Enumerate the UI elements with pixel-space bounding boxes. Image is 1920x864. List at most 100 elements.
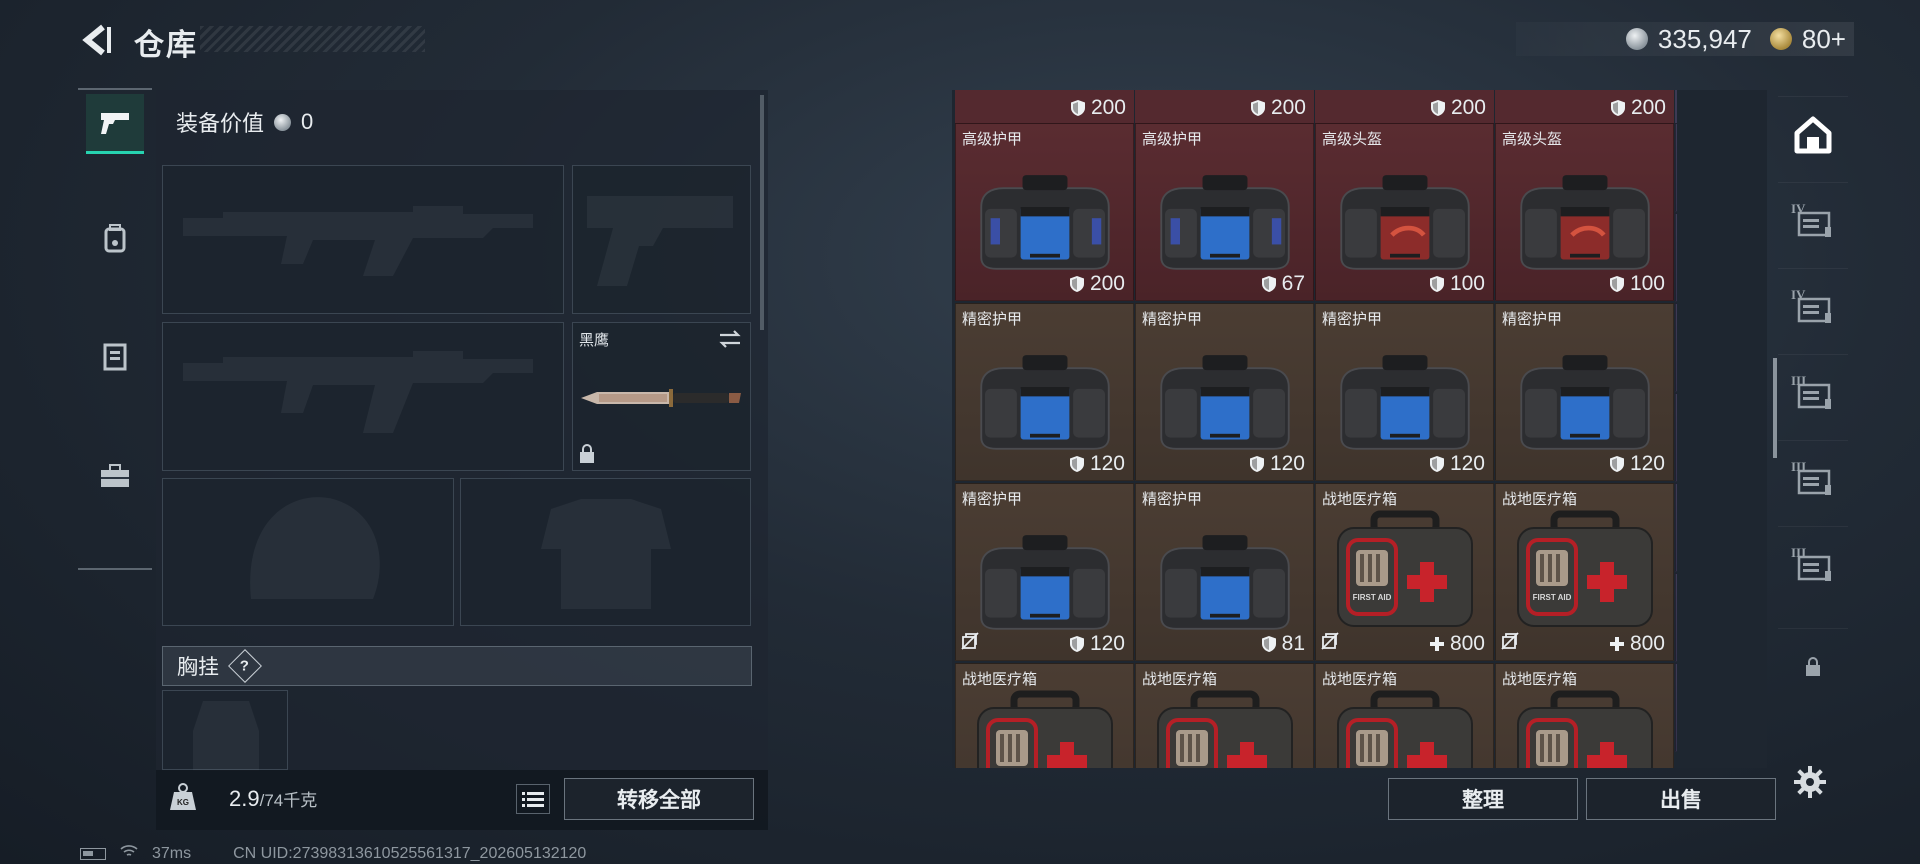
storage-box-icon: III	[1791, 545, 1835, 585]
currency-bar: 335,947 80+	[1516, 22, 1854, 56]
tab-case[interactable]	[86, 446, 144, 506]
inventory-item-armor[interactable]: 精密护甲 120	[1135, 303, 1314, 481]
medkit-icon: FIRST AID	[1337, 690, 1473, 768]
armor-silhouette-icon	[541, 499, 671, 609]
storage-tab-main[interactable]	[1778, 96, 1848, 172]
armor-vest-icon	[980, 175, 1110, 270]
top-strip-cell[interactable]: 200	[955, 90, 1134, 123]
inventory-grid: 200 200 200 200 50 高级护甲 200 高级护甲 67 高级头盔 100 高级头盔 10…	[955, 90, 1677, 768]
uid: CN UID:2739831361052556131​7_20260513212…	[233, 844, 587, 862]
page-title: 仓库	[134, 29, 198, 62]
item-name: 战地医疗箱	[1322, 671, 1398, 688]
primary-weapon-slot[interactable]	[162, 165, 564, 314]
inventory-item-stim[interactable]: 体能强化剂	[1675, 393, 1677, 482]
inventory-item-medkit[interactable]: 战地医疗箱 FIRST AID 800	[1495, 483, 1674, 661]
item-name: 高级头盔	[1322, 131, 1383, 148]
tab-vest[interactable]	[86, 326, 144, 386]
settings-button[interactable]	[1790, 762, 1830, 802]
tab-backpack[interactable]	[86, 208, 144, 268]
chest-rig-header: 胸挂 ?	[162, 646, 752, 686]
silver-coin-icon	[1625, 28, 1648, 50]
inventory-item-stim[interactable]: 体能强化剂	[1675, 303, 1677, 392]
inventory-item-stim[interactable]: 体能强化剂	[1675, 213, 1677, 302]
list-view-button[interactable]	[516, 784, 550, 814]
pistol-icon	[101, 112, 129, 134]
item-name: 精密护甲	[962, 311, 1023, 328]
gold-amount[interactable]: 80+	[1802, 24, 1846, 55]
help-icon[interactable]: ?	[228, 649, 262, 683]
pistol-slot[interactable]	[572, 165, 751, 314]
inventory-item-armor[interactable]: 精密护甲 81	[1135, 483, 1314, 661]
inventory-item-armor[interactable]: 高级头盔 100	[1315, 123, 1494, 301]
inventory-item-stim[interactable]: 体能强化剂	[1675, 483, 1677, 572]
shield-icon	[1610, 100, 1625, 116]
storage-box-icon: IV	[1791, 201, 1835, 241]
inventory-item-armor[interactable]: 精密护甲 120	[1315, 303, 1494, 481]
shield-icon	[1429, 456, 1444, 472]
swap-icon[interactable]	[718, 329, 742, 349]
item-value: 81	[1261, 632, 1305, 656]
armor-vest-icon	[1520, 355, 1650, 450]
inventory-item-armor[interactable]: 高级头盔 100	[1495, 123, 1674, 301]
item-value: 800	[1609, 632, 1665, 656]
helmet-slot[interactable]	[162, 478, 454, 626]
no-drop-icon	[1321, 632, 1339, 650]
inventory-item-stim[interactable]: 体能强化剂	[1675, 573, 1677, 662]
storage-tab-3[interactable]: III	[1778, 354, 1848, 430]
item-value: 120	[1069, 632, 1125, 656]
item-name: 精密护甲	[1142, 491, 1203, 508]
inventory-item-stim[interactable]: 体能强化剂	[1675, 663, 1677, 752]
medkit-icon: FIRST AID	[1517, 690, 1653, 768]
transfer-all-button[interactable]: 转移全部	[564, 778, 754, 820]
secondary-weapon-slot[interactable]	[162, 322, 564, 471]
medkit-text: FIRST AID	[1353, 593, 1392, 602]
armor-vest-icon	[1340, 355, 1470, 450]
inventory-item-medkit[interactable]: 战地医疗箱 FIRST AID 800	[1315, 483, 1494, 661]
tab-weapons[interactable]	[86, 94, 144, 154]
weight-icon: KG	[168, 782, 198, 817]
sell-button[interactable]: 出售	[1586, 778, 1776, 820]
armor-vest-icon	[980, 355, 1110, 450]
chest-rig-label: 胸挂	[177, 656, 219, 679]
top-strip-cell[interactable]: 200	[1315, 90, 1494, 123]
inventory-item-armor[interactable]: 精密护甲 120	[955, 303, 1134, 481]
item-value: 120	[1429, 452, 1485, 476]
inventory-item-medkit[interactable]: 战地医疗箱 FIRST AID	[1135, 663, 1314, 768]
inventory-item-medkit[interactable]: 战地医疗箱 FIRST AID	[955, 663, 1134, 768]
inventory-item-armor[interactable]: 高级护甲 200	[955, 123, 1134, 301]
item-value-text: 800	[1629, 632, 1665, 655]
inventory-scrollbar[interactable]	[1773, 358, 1777, 458]
inventory-item-stim[interactable]: 体能强化剂	[1675, 123, 1677, 212]
armor-slot[interactable]	[460, 478, 751, 626]
item-value-text: 67	[1281, 272, 1305, 295]
item-name: 精密护甲	[1502, 311, 1563, 328]
storage-box-icon: III	[1791, 373, 1835, 413]
storage-box-icon: III	[1791, 459, 1835, 499]
back-button[interactable]	[78, 22, 114, 58]
item-name: 高级护甲	[1142, 131, 1203, 148]
storage-tab-locked[interactable]	[1778, 628, 1848, 704]
item-name: 高级护甲	[962, 131, 1023, 148]
storage-tab-5[interactable]: III	[1778, 526, 1848, 602]
silver-coin-icon	[274, 113, 292, 131]
storage-tab-1[interactable]: IV	[1778, 182, 1848, 258]
top-strip-cell[interactable]: 200	[1495, 90, 1674, 123]
left-scrollbar[interactable]	[760, 95, 764, 330]
shield-icon	[1609, 456, 1624, 472]
top-strip-cell[interactable]: 50	[1675, 90, 1677, 123]
inventory-item-medkit[interactable]: 战地医疗箱 FIRST AID	[1495, 663, 1674, 768]
chest-rig-slot[interactable]	[162, 690, 288, 771]
storage-tab-2[interactable]: IV	[1778, 268, 1848, 344]
storage-tab-4[interactable]: III	[1778, 440, 1848, 516]
inventory-item-armor[interactable]: 精密护甲 120	[1495, 303, 1674, 481]
inventory-item-armor[interactable]: 精密护甲 120	[955, 483, 1134, 661]
melee-slot[interactable]: 黑鹰	[572, 322, 751, 471]
pistol-silhouette-icon	[587, 196, 733, 286]
knife-icon	[581, 389, 741, 407]
inventory-item-armor[interactable]: 高级护甲 67	[1135, 123, 1314, 301]
item-value: 120	[1249, 452, 1305, 476]
top-strip-cell[interactable]: 200	[1135, 90, 1314, 123]
inventory-item-medkit[interactable]: 战地医疗箱 FIRST AID	[1315, 663, 1494, 768]
sort-button[interactable]: 整理	[1388, 778, 1578, 820]
shield-icon	[1261, 636, 1276, 652]
